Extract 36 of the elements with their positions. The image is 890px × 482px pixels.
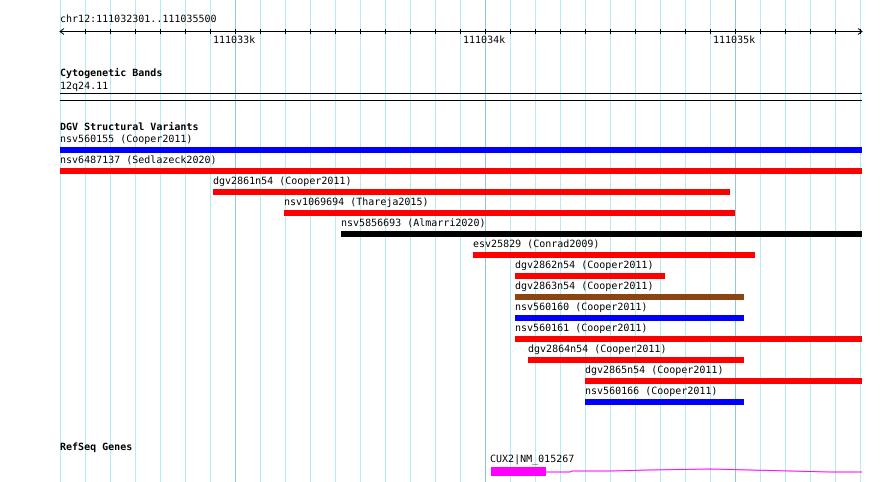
gene-label: CUX2|NM_015267 — [490, 454, 574, 466]
variant-label: nsv6487137 (Sedlazeck2020) — [60, 155, 217, 167]
ruler-tick-label: 111033k — [213, 35, 256, 47]
variant-label: nsv1069694 (Thareja2015) — [284, 197, 428, 209]
variant-bar[interactable] — [515, 294, 744, 300]
variant-bar[interactable] — [213, 189, 730, 195]
variant-label: dgv2861n54 (Cooper2011) — [213, 176, 352, 188]
band-label: 12q24.11 — [60, 81, 108, 93]
gene-model[interactable] — [490, 466, 862, 477]
variant-label: dgv2864n54 (Cooper2011) — [528, 344, 666, 356]
variant-bar[interactable] — [60, 147, 862, 153]
variant-bar[interactable] — [473, 252, 755, 258]
variant-label: nsv560166 (Cooper2011) — [585, 386, 718, 398]
track-title: RefSeq Genes — [60, 442, 132, 454]
variant-bar[interactable] — [528, 357, 744, 363]
variant-label: dgv2865n54 (Cooper2011) — [585, 365, 724, 377]
variant-bar[interactable] — [284, 210, 735, 216]
variant-label: nsv5856693 (Almarri2020) — [341, 218, 486, 230]
variant-label: esv25829 (Conrad2009) — [473, 239, 600, 251]
variant-bar[interactable] — [585, 399, 744, 405]
variant-bar[interactable] — [515, 273, 665, 279]
variant-label: nsv560155 (Cooper2011) — [60, 134, 192, 146]
variant-label: nsv560160 (Cooper2011) — [515, 302, 648, 314]
location-label: chr12:111032301..111035500 — [60, 14, 217, 26]
variant-label: nsv560161 (Cooper2011) — [515, 323, 648, 335]
variant-bar[interactable] — [341, 231, 862, 237]
ruler-tick-label: 111035k — [713, 35, 756, 47]
track-title: Cytogenetic Bands — [60, 68, 162, 80]
variant-label: dgv2862n54 (Cooper2011) — [515, 260, 654, 272]
variant-bar[interactable] — [60, 168, 862, 174]
variant-bar[interactable] — [515, 315, 744, 321]
variant-bar[interactable] — [585, 378, 862, 384]
track-title: DGV Structural Variants — [60, 122, 198, 134]
variant-label: dgv2863n54 (Cooper2011) — [515, 281, 654, 293]
ruler-tick-label: 111034k — [463, 35, 506, 47]
variant-bar[interactable] — [515, 336, 862, 342]
